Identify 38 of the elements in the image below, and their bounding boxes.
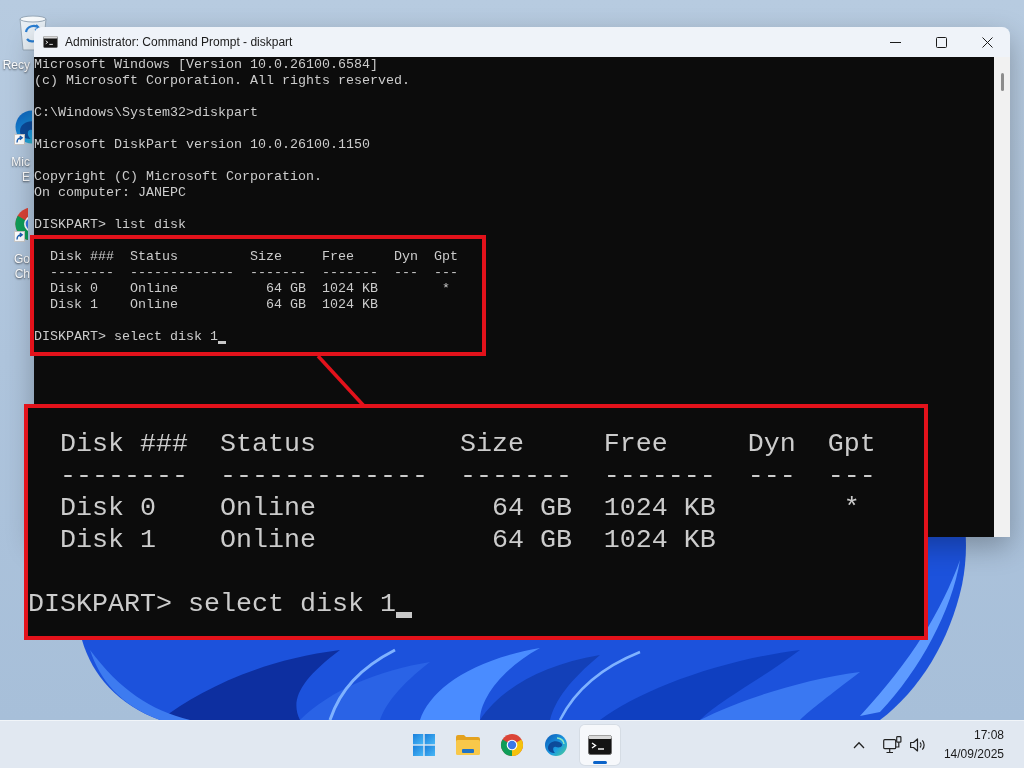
desktop-icon-label[interactable]: Recy	[2, 58, 30, 73]
maximize-icon	[935, 36, 947, 48]
console-line: Disk 1 Online 64 GB 1024 KB	[49, 297, 378, 313]
console-icon	[43, 36, 58, 48]
taskbar-button[interactable]	[580, 724, 620, 765]
zoomed-console-line: Disk 1 Online 64 GB 1024 KB	[59, 524, 716, 556]
console-line: Microsoft DiskPart version 10.0.26100.1150	[34, 137, 370, 153]
console-line: C:\Windows\System32>diskpart	[34, 105, 258, 121]
console-line: Microsoft Windows [Version 10.0.26100.6584]	[34, 57, 378, 73]
console-line: -------- ------------- ------- ------- --- ---	[49, 265, 458, 281]
window-title: Administrator: Command Prompt - diskpart	[65, 35, 293, 49]
wave-logo-icon[interactable]	[544, 732, 568, 757]
scrollbar[interactable]	[994, 57, 1010, 537]
console-line: (c) Microsoft Corporation. All rights reserved.	[34, 73, 410, 89]
folder-icon[interactable]	[455, 733, 481, 756]
four-pane-logo-icon[interactable]	[413, 733, 435, 756]
clock-date[interactable]: 14/09/2025	[943, 745, 1004, 763]
ring-logo-icon[interactable]	[500, 732, 524, 757]
console-line: Copyright (C) Microsoft Corporation.	[34, 169, 322, 185]
close-icon	[981, 36, 993, 48]
clock-time[interactable]: 17:08	[973, 726, 1004, 744]
zoomed-console-line: -------- ------------- ------- ------- --- ---	[59, 460, 876, 492]
zoomed-console-line: Disk 0 Online 64 GB 1024 KB *	[59, 492, 860, 524]
zoomed-console-line: DISKPART> select disk 1	[28, 588, 396, 620]
scrollbar-thumb[interactable]	[1000, 73, 1004, 91]
console-window-icon[interactable]	[588, 734, 612, 755]
zoomed-console-line: Disk ### Status Size Free Dyn Gpt	[59, 428, 876, 460]
desktop-icon-label[interactable]: Mic E	[11, 155, 30, 185]
speaker-icon[interactable]	[908, 736, 927, 753]
console-line: Disk 0 Online 64 GB 1024 KB *	[49, 281, 450, 297]
minimize-icon	[889, 41, 901, 43]
console-line: Disk ### Status Size Free Dyn Gpt	[49, 249, 458, 265]
chevron-up-icon[interactable]	[852, 740, 865, 749]
console-line: DISKPART> list disk	[34, 217, 186, 233]
console-line: DISKPART> select disk 1	[34, 329, 218, 345]
console-line: On computer: JANEPC	[34, 185, 186, 201]
monitor-icon[interactable]	[882, 735, 902, 754]
desktop-icon-label[interactable]: Go Ch	[14, 252, 30, 282]
